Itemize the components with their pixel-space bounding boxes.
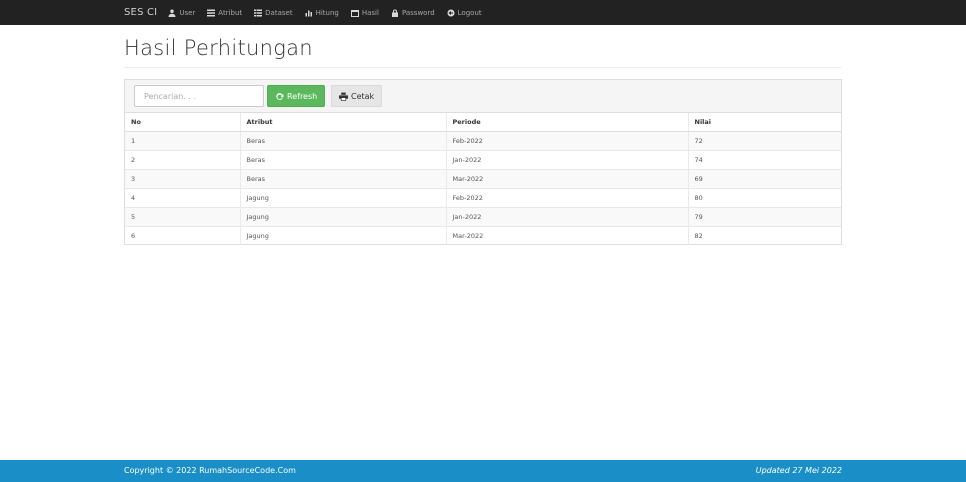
table-row: 4 Jagung Feb-2022 80 [125,187,841,207]
cell-periode: Jan-2022 [446,206,689,226]
table-row: 1 Beras Feb-2022 72 [125,130,841,150]
nav-item-label: User [179,8,196,17]
refresh-button[interactable]: Refresh [267,85,326,107]
nav-item-label: Hitung [315,8,339,17]
nav-item-hasil[interactable]: Hasil [350,8,379,17]
user-icon [168,9,176,17]
cell-no: 4 [125,187,241,207]
lock-icon [391,9,398,17]
cell-periode: Mar-2022 [446,225,689,245]
cell-no: 2 [125,149,241,169]
cell-nilai: 72 [688,130,841,150]
cell-nilai: 74 [688,149,841,169]
title-divider [124,67,842,68]
refresh-icon [276,92,284,100]
nav-item-password[interactable]: Password [391,9,435,17]
nav-item-label: Dataset [265,8,293,17]
nav-item-label: Hasil [361,8,379,17]
cell-atribut: Jagung [240,187,447,207]
nav-item-hitung[interactable]: Hitung [305,9,339,17]
cell-no: 3 [125,168,241,188]
print-icon [339,92,348,101]
cell-periode: Feb-2022 [446,130,689,150]
table-header-row: No Atribut Periode Nilai [125,113,841,132]
cell-no: 6 [125,225,241,245]
table-row: 5 Jagung Jan-2022 79 [125,206,841,226]
print-button[interactable]: Cetak [331,85,383,107]
cell-atribut: Beras [240,130,447,150]
nav-item-user[interactable]: User [168,9,195,17]
table-icon [254,9,263,16]
cell-atribut: Beras [240,168,447,188]
cell-periode: Mar-2022 [446,168,689,188]
results-table: No Atribut Periode Nilai 1 Beras Feb-202… [125,113,841,245]
column-header-nilai[interactable]: Nilai [688,113,841,132]
cell-atribut: Beras [240,149,447,169]
panel-toolbar: Refresh Cetak [125,80,841,113]
print-label: Cetak [351,91,375,101]
column-header-atribut[interactable]: Atribut [240,113,447,132]
cell-atribut: Jagung [240,225,447,245]
cell-nilai: 82 [688,225,841,245]
cell-no: 5 [125,206,241,226]
column-header-periode[interactable]: Periode [446,113,689,132]
nav-item-atribut[interactable]: Atribut [207,9,242,17]
page-footer: Copyright © 2022 RumahSourceCode.Com Upd… [0,460,966,482]
nav-item-label: Atribut [218,8,243,17]
page-title: Hasil Perhitungan [124,36,313,60]
navbar-brand[interactable]: SES CI [124,7,157,18]
nav-item-label: Logout [457,8,482,17]
navbar-inner: SES CI User Atribut Dataset Hitung Hasil… [124,0,494,25]
nav-item-dataset[interactable]: Dataset [254,8,293,17]
cell-nilai: 80 [688,187,841,207]
cell-periode: Jan-2022 [446,149,689,169]
list-icon [207,9,216,16]
cell-nilai: 69 [688,168,841,188]
column-header-no[interactable]: No [125,113,241,132]
results-panel: Refresh Cetak No Atribut Periode Nilai 1… [124,79,842,245]
nav-item-logout[interactable]: Logout [447,9,482,17]
cell-no: 1 [125,130,241,150]
table-row: 3 Beras Mar-2022 69 [125,168,841,188]
logout-icon [447,9,455,16]
footer-updated: Updated 27 Mei 2022 [755,466,842,475]
top-navbar: SES CI User Atribut Dataset Hitung Hasil… [0,0,966,25]
nav-item-label: Password [401,8,435,17]
cell-periode: Feb-2022 [446,187,689,207]
table-row: 6 Jagung Mar-2022 82 [125,225,841,245]
footer-copyright: Copyright © 2022 RumahSourceCode.Com [124,466,296,475]
cell-nilai: 79 [688,206,841,226]
calendar-icon [350,9,359,17]
bar-chart-icon [305,10,312,16]
cell-atribut: Jagung [240,206,447,226]
table-row: 2 Beras Jan-2022 74 [125,149,841,169]
search-input[interactable] [134,85,264,107]
refresh-label: Refresh [287,91,318,101]
